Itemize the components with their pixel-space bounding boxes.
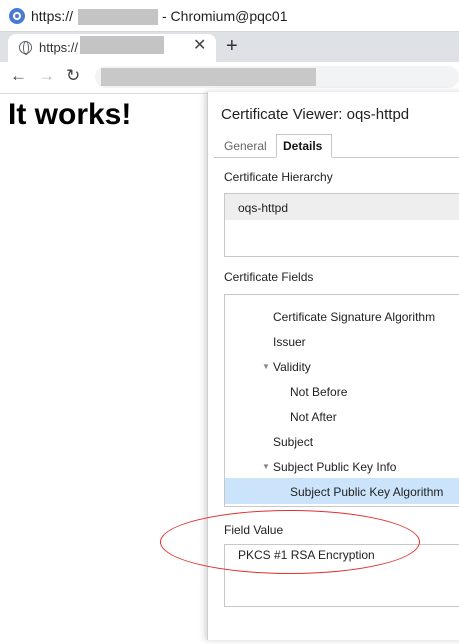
annotation-ellipse (160, 510, 420, 574)
certificate-fields-label: Certificate Fields (224, 270, 314, 284)
tab-title: https:// (39, 40, 79, 55)
new-tab-button[interactable]: + (226, 36, 238, 56)
hierarchy-item[interactable]: oqs-httpd (238, 201, 288, 215)
back-arrow-icon[interactable]: ← (10, 66, 27, 86)
tab-details-label[interactable]: Details (283, 139, 322, 153)
expand-triangle-icon[interactable]: ▼ (262, 462, 270, 471)
window-title-suffix: - Chromium@pqc01 (162, 8, 288, 24)
field-not-after[interactable]: Not After (290, 410, 337, 424)
redacted-url (101, 68, 316, 86)
field-issuer[interactable]: Issuer (273, 335, 306, 349)
chromium-logo-icon (9, 8, 25, 24)
field-validity[interactable]: Validity (273, 360, 311, 374)
globe-icon (19, 41, 32, 55)
window-title-prefix: https:// (31, 8, 74, 24)
redacted-tab-host (80, 36, 164, 54)
page-heading: It works! (8, 98, 132, 131)
certificate-hierarchy-label: Certificate Hierarchy (224, 170, 333, 184)
reload-icon[interactable]: ↻ (66, 66, 80, 86)
field-subject[interactable]: Subject (273, 435, 313, 449)
field-signature-algorithm[interactable]: Certificate Signature Algorithm (273, 310, 435, 324)
tab-general[interactable]: General (224, 139, 267, 153)
dialog-title: Certificate Viewer: oqs-httpd (221, 106, 410, 123)
tab-divider (214, 157, 459, 158)
field-not-before[interactable]: Not Before (290, 385, 347, 399)
certificate-fields-tree[interactable] (224, 294, 459, 507)
close-tab-icon[interactable]: ✕ (193, 38, 206, 54)
forward-arrow-icon[interactable]: → (38, 66, 55, 86)
field-subject-public-key-info[interactable]: Subject Public Key Info (273, 460, 396, 474)
field-subject-public-key-algorithm[interactable]: Subject Public Key Algorithm (290, 485, 443, 499)
expand-triangle-icon[interactable]: ▼ (262, 362, 270, 371)
redacted-host (78, 9, 158, 25)
